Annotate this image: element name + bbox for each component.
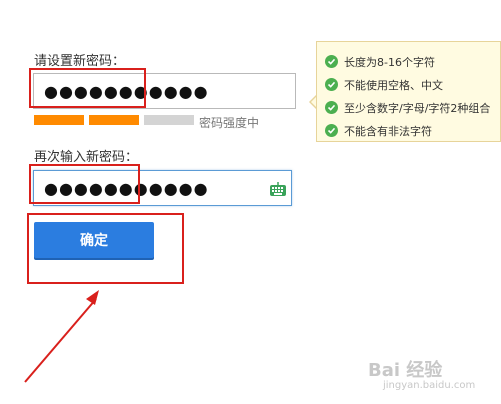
tip-text: 长度为8-16个字符 [344, 55, 435, 69]
check-circle-icon [325, 55, 338, 68]
password-rules-tip-box: 长度为8-16个字符 不能使用空格、中文 至少含数字/字母/字符2种组合 不能含… [316, 41, 501, 142]
tip-item: 至少含数字/字母/字符2种组合 [325, 96, 500, 119]
tip-item: 不能含有非法字符 [325, 119, 500, 142]
watermark-url: jingyan.baidu.com [383, 380, 476, 391]
tip-text: 不能使用空格、中文 [344, 78, 443, 92]
tip-text: 至少含数字/字母/字符2种组合 [344, 101, 491, 115]
check-circle-icon [325, 101, 338, 114]
tip-text: 不能含有非法字符 [344, 124, 432, 138]
check-circle-icon [325, 124, 338, 137]
tip-item: 不能使用空格、中文 [325, 73, 500, 96]
tip-item: 长度为8-16个字符 [325, 50, 500, 73]
check-circle-icon [325, 78, 338, 91]
baidu-jingyan-watermark: Bai 经验 [368, 360, 443, 381]
